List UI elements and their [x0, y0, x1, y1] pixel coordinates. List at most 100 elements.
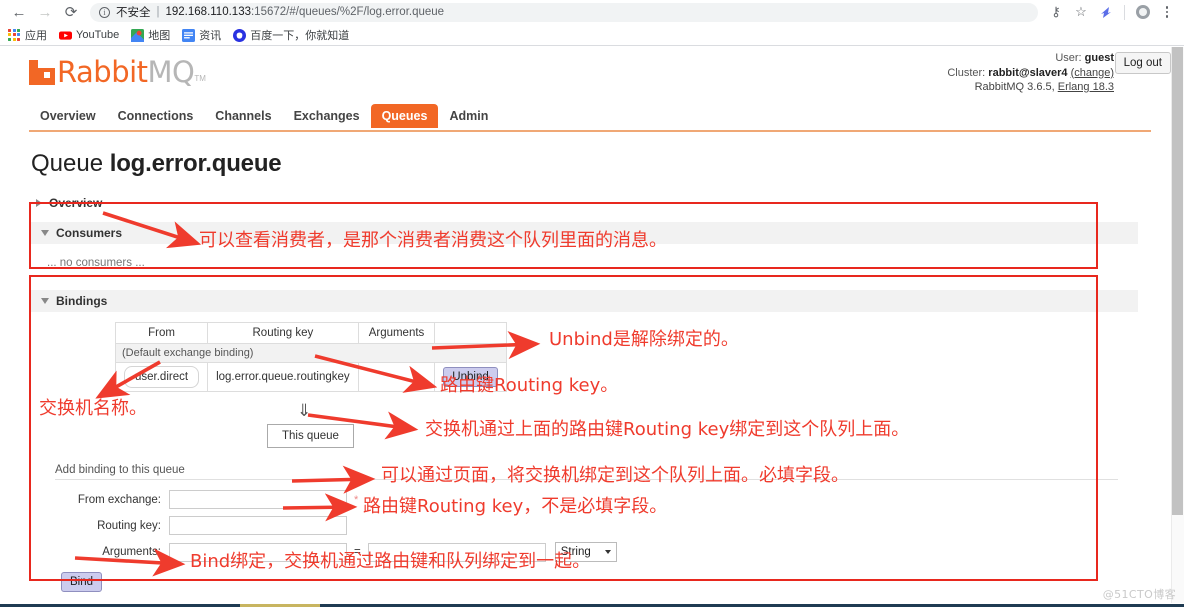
page-scrollbar-thumb[interactable] — [1172, 47, 1183, 515]
user-value: guest — [1084, 52, 1114, 64]
back-arrow-icon[interactable]: ← — [6, 0, 32, 25]
bookmark-apps[interactable]: 应用 — [8, 27, 47, 43]
bottom-strip — [0, 603, 1184, 607]
this-queue-node: This queue — [267, 424, 354, 448]
section-bindings: Bindings From Routing key Arguments (Def… — [29, 290, 1138, 592]
url-path: :15672/#/queues/%2F/log.error.queue — [250, 6, 445, 18]
news-icon — [182, 28, 196, 42]
add-binding-form: From exchange: * Routing key: Arguments:… — [29, 490, 1138, 592]
chevron-down-icon — [41, 298, 49, 304]
argument-type-value: String — [560, 546, 591, 558]
rabbitmq-management-page: Rabbit MQ TM User: guest Cluster: rabbit@s… — [0, 47, 1171, 607]
bookmark-news[interactable]: 资讯 — [182, 27, 221, 43]
tab-exchanges[interactable]: Exchanges — [283, 104, 371, 128]
address-bar[interactable]: i 不安全 | 192.168.110.133:15672/#/queues/%… — [90, 2, 1038, 22]
section-overview-header[interactable]: Overview — [26, 192, 1171, 214]
tab-queues[interactable]: Queues — [370, 104, 439, 128]
user-label: User: — [1055, 52, 1082, 64]
exchange-link-user-direct[interactable]: user.direct — [124, 366, 200, 388]
table-row-default-binding: (Default exchange binding) — [115, 343, 507, 363]
add-binding-legend: Add binding to this queue — [55, 464, 1118, 480]
section-consumers-header[interactable]: Consumers — [29, 222, 1138, 244]
section-bindings-header[interactable]: Bindings — [29, 290, 1138, 312]
flow-down-arrow-icon: ⇓ — [297, 401, 312, 420]
maps-icon — [131, 28, 145, 42]
tab-admin[interactable]: Admin — [438, 104, 499, 128]
logo-text-mq: MQ — [147, 55, 195, 89]
routing-key-label: Routing key: — [97, 519, 161, 532]
rabbitmq-logo-mark — [29, 59, 55, 85]
argument-value-input[interactable] — [367, 542, 546, 562]
bookmark-label: YouTube — [76, 29, 120, 41]
erlang-version-link[interactable]: Erlang 18.3 — [1058, 81, 1114, 93]
consumers-empty-message: ... no consumers ... — [29, 244, 1138, 282]
bookmark-maps[interactable]: 地图 — [131, 27, 170, 43]
page-title: Queue log.error.queue — [31, 150, 1171, 178]
tab-connections[interactable]: Connections — [107, 104, 205, 128]
section-bindings-label: Bindings — [56, 294, 108, 308]
apps-grid-icon — [8, 28, 21, 42]
site-info-icon[interactable]: i — [99, 6, 110, 18]
column-arguments: Arguments — [357, 322, 436, 344]
bookmarks-bar: 应用 YouTube 地图 资讯 百度一下，你就知道 — [0, 25, 1184, 46]
rabbitmq-header: Rabbit MQ TM User: guest Cluster: rabbit@s… — [0, 47, 1171, 104]
section-overview[interactable]: Overview — [26, 192, 1171, 214]
extension-icon[interactable] — [1094, 0, 1118, 24]
bookmark-baidu[interactable]: 百度一下，你就知道 — [233, 27, 349, 43]
default-exchange-binding-label: (Default exchange binding) — [115, 343, 507, 363]
menu-dots-icon[interactable] — [1156, 0, 1178, 24]
toolbar-actions: ⚷ ☆ — [1044, 0, 1178, 24]
profile-avatar-icon[interactable] — [1131, 0, 1155, 24]
chevron-down-icon — [604, 550, 611, 554]
bookmark-label: 地图 — [148, 30, 171, 42]
rabbitmq-logo[interactable]: Rabbit MQ TM — [29, 55, 206, 89]
url-host: 192.168.110.133 — [165, 6, 251, 18]
form-row-submit: Bind — [29, 572, 1138, 592]
column-actions — [434, 322, 507, 344]
cluster-value: rabbit@slaver4 — [988, 66, 1068, 79]
bind-button[interactable]: Bind — [61, 572, 103, 592]
tab-channels[interactable]: Channels — [204, 104, 282, 128]
from-exchange-label: From exchange: — [77, 493, 161, 506]
main-nav-tabs: Overview Connections Channels Exchanges Queu… — [29, 104, 1151, 130]
nav-underline — [29, 130, 1151, 132]
page-scrollbar-track[interactable] — [1171, 47, 1184, 607]
argument-type-select[interactable]: String — [554, 542, 617, 562]
cluster-info: User: guest Cluster: rabbit@slaver4 (cha… — [947, 51, 1114, 95]
user-line: User: guest — [947, 51, 1114, 66]
key-icon[interactable]: ⚷ — [1044, 0, 1068, 24]
table-header-row: From Routing key Arguments — [114, 322, 507, 344]
cluster-label: Cluster: — [947, 66, 986, 79]
bookmark-youtube[interactable]: YouTube — [59, 29, 119, 42]
logout-button[interactable]: Log out — [1114, 52, 1171, 74]
section-overview-label: Overview — [49, 196, 103, 210]
cluster-change-link[interactable]: (change) — [1071, 67, 1114, 79]
browser-toolbar: ← → ⟳ i 不安全 | 192.168.110.133:15672/#/qu… — [0, 0, 1184, 25]
tab-overview[interactable]: Overview — [29, 104, 107, 128]
version-line: RabbitMQ 3.6.5, Erlang 18.3 — [947, 80, 1114, 95]
rabbitmq-version: RabbitMQ 3.6.5, — [974, 81, 1055, 93]
toolbar-divider — [1124, 4, 1125, 20]
baidu-icon — [233, 28, 247, 42]
youtube-icon — [59, 29, 72, 42]
equals-sign: = — [354, 546, 361, 558]
required-marker: * — [354, 493, 359, 506]
chevron-down-icon — [41, 230, 49, 236]
chevron-right-icon — [36, 199, 42, 207]
forward-arrow-icon[interactable]: → — [32, 0, 58, 25]
unbind-button[interactable]: Unbind — [443, 367, 498, 387]
routing-key-input[interactable] — [169, 516, 347, 535]
binding-action-cell: Unbind — [434, 362, 507, 392]
page-viewport: Rabbit MQ TM User: guest Cluster: rabbit@s… — [0, 47, 1184, 607]
bookmark-label: 百度一下，你就知道 — [250, 30, 350, 42]
page-title-prefix: Queue — [31, 150, 104, 177]
section-consumers: Consumers ... no consumers ... — [29, 222, 1138, 282]
bookmark-label: 应用 — [25, 30, 47, 42]
from-exchange-input[interactable] — [169, 490, 347, 509]
arguments-label: Arguments: — [102, 546, 161, 558]
star-icon[interactable]: ☆ — [1069, 0, 1093, 24]
reload-icon[interactable]: ⟳ — [58, 0, 84, 25]
url-separator: | — [156, 6, 160, 18]
argument-key-input[interactable] — [169, 542, 347, 562]
security-label: 不安全 — [116, 7, 151, 19]
